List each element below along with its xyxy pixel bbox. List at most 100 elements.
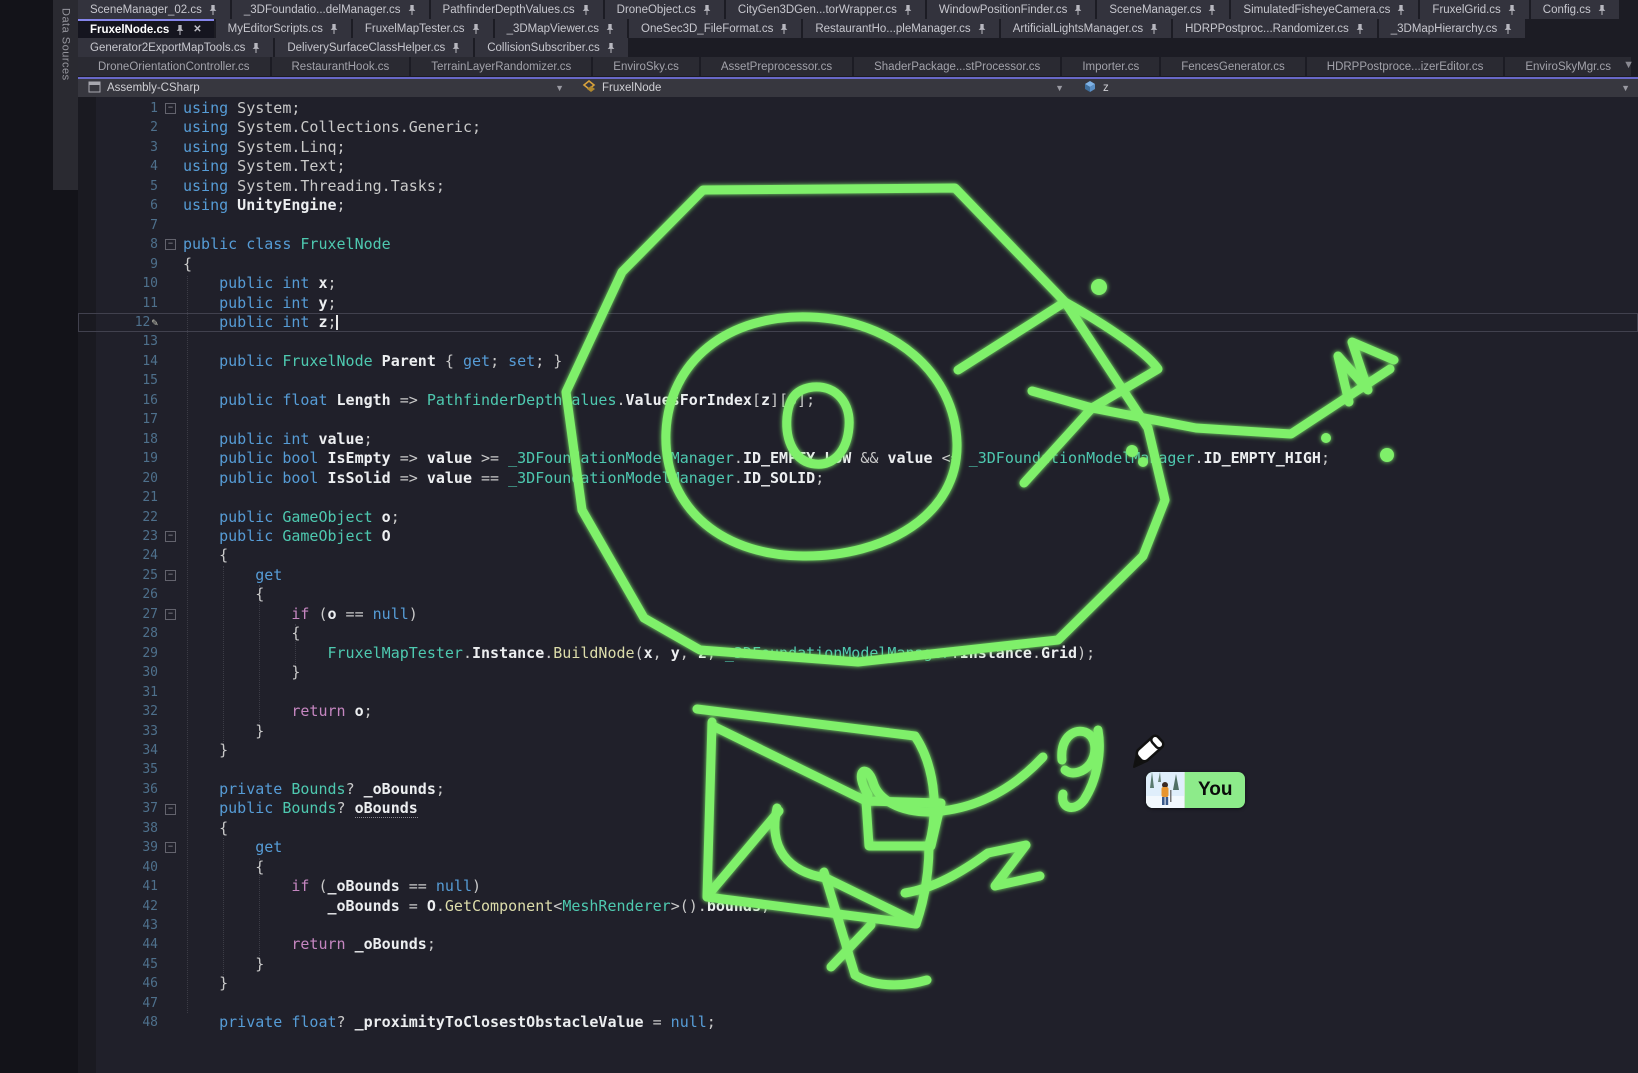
code-line[interactable]: 13 (78, 332, 1638, 351)
file-tab[interactable]: WindowPositionFinder.cs (927, 0, 1095, 19)
fold-collapse-icon[interactable]: − (158, 799, 183, 818)
file-tab[interactable]: FruxelMapTester.cs (353, 19, 493, 38)
code-line[interactable]: 11 public int y; (78, 294, 1638, 313)
file-tab[interactable]: EnviroSkyMgr.cs (1505, 57, 1631, 76)
code-line[interactable]: 1−using System; (78, 99, 1638, 118)
pin-icon[interactable] (1207, 4, 1217, 16)
file-tab[interactable]: Generator2ExportMapTools.cs (78, 38, 273, 57)
file-tab[interactable]: FruxelGrid.cs (1420, 0, 1528, 19)
code-line[interactable]: 6using UnityEngine; (78, 196, 1638, 215)
file-tab[interactable]: EnviroSky.cs (593, 57, 699, 76)
file-tab[interactable]: _3DMapViewer.cs (495, 19, 627, 38)
fold-collapse-icon[interactable]: − (158, 527, 183, 546)
code-line[interactable]: 20 public bool IsSolid => value == _3DFo… (78, 469, 1638, 488)
pin-icon[interactable] (606, 42, 616, 54)
code-line[interactable]: 34 } (78, 741, 1638, 760)
code-line[interactable]: 24 { (78, 546, 1638, 565)
chevron-down-icon[interactable]: ▼ (1055, 83, 1064, 93)
code-line[interactable]: 12✎ public int z; (78, 313, 1638, 332)
code-line[interactable]: 30 } (78, 663, 1638, 682)
file-tab[interactable]: ArtificialLightsManager.cs (1001, 19, 1171, 38)
code-line[interactable]: 40 { (78, 858, 1638, 877)
file-tab[interactable]: FencesGenerator.cs (1161, 57, 1305, 76)
pin-icon[interactable] (1597, 4, 1607, 16)
close-icon[interactable]: ✕ (193, 24, 201, 35)
file-tab[interactable]: _3DMapHierarchy.cs (1379, 19, 1526, 38)
chevron-down-icon[interactable]: ▼ (555, 83, 564, 93)
pin-icon[interactable] (251, 42, 261, 54)
tab-overflow-icon[interactable]: ▼ (1623, 59, 1634, 71)
code-line[interactable]: 25− get (78, 566, 1638, 585)
file-tab[interactable]: OneSec3D_FileFormat.cs (629, 19, 801, 38)
code-line[interactable]: 5using System.Threading.Tasks; (78, 177, 1638, 196)
pin-icon[interactable] (702, 4, 712, 16)
code-line[interactable]: 23− public GameObject O (78, 527, 1638, 546)
fold-collapse-icon[interactable]: − (158, 99, 183, 118)
code-line[interactable]: 48 private float? _proximityToClosestObs… (78, 1013, 1638, 1032)
file-tab[interactable]: DroneOrientationController.cs (78, 57, 270, 76)
code-line[interactable]: 26 { (78, 585, 1638, 604)
code-line[interactable]: 16 public float Length => PathfinderDept… (78, 391, 1638, 410)
file-tab[interactable]: SceneManager.cs (1097, 0, 1229, 19)
code-line[interactable]: 32 return o; (78, 702, 1638, 721)
code-line[interactable]: 4using System.Text; (78, 157, 1638, 176)
file-tab[interactable]: HDRPPostproce...izerEditor.cs (1307, 57, 1504, 76)
code-line[interactable]: 42 _oBounds = O.GetComponent<MeshRendere… (78, 897, 1638, 916)
fold-collapse-icon[interactable]: − (158, 605, 183, 624)
file-tab[interactable]: SceneManager_02.cs (78, 0, 230, 19)
pin-icon[interactable] (175, 24, 185, 36)
file-tab[interactable]: Config.cs (1531, 0, 1619, 19)
code-line[interactable]: 17 (78, 410, 1638, 429)
code-line[interactable]: 2using System.Collections.Generic; (78, 118, 1638, 137)
pin-icon[interactable] (208, 4, 218, 16)
data-sources-vertical-tab[interactable]: Data Sources (53, 0, 78, 190)
file-tab[interactable]: ShaderPackage...stProcessor.cs (854, 57, 1060, 76)
file-tab[interactable]: DroneObject.cs (605, 0, 724, 19)
code-line[interactable]: 29 FruxelMapTester.Instance.BuildNode(x,… (78, 644, 1638, 663)
code-line[interactable]: 43 (78, 916, 1638, 935)
code-line[interactable]: 41 if (_oBounds == null) (78, 877, 1638, 896)
pin-icon[interactable] (605, 23, 615, 35)
code-line[interactable]: 15 (78, 371, 1638, 390)
pin-icon[interactable] (1396, 4, 1406, 16)
file-tab[interactable]: PathfinderDepthValues.cs (431, 0, 603, 19)
file-tab[interactable]: DeliverySurfaceClassHelper.cs (275, 38, 473, 57)
file-tab[interactable]: CityGen3DGen...torWrapper.cs (726, 0, 925, 19)
code-line[interactable]: 8−public class FruxelNode (78, 235, 1638, 254)
file-tab[interactable]: MyEditorScripts.cs (216, 19, 351, 38)
project-dropdown[interactable]: Assembly-CSharp ▼ (78, 79, 572, 97)
code-line[interactable]: 38 { (78, 819, 1638, 838)
code-line[interactable]: 22 public GameObject o; (78, 508, 1638, 527)
chevron-down-icon[interactable]: ▼ (1621, 83, 1630, 93)
code-line[interactable]: 18 public int value; (78, 430, 1638, 449)
code-line[interactable]: 10 public int x; (78, 274, 1638, 293)
code-line[interactable]: 9{ (78, 255, 1638, 274)
code-line[interactable]: 45 } (78, 955, 1638, 974)
pin-icon[interactable] (1149, 23, 1159, 35)
pin-icon[interactable] (903, 4, 913, 16)
code-line[interactable]: 35 (78, 760, 1638, 779)
code-line[interactable]: 36 private Bounds? _oBounds; (78, 780, 1638, 799)
pin-icon[interactable] (329, 23, 339, 35)
code-line[interactable]: 3using System.Linq; (78, 138, 1638, 157)
code-line[interactable]: 33 } (78, 722, 1638, 741)
code-line[interactable]: 47 (78, 994, 1638, 1013)
code-line[interactable]: 46 } (78, 974, 1638, 993)
pin-icon[interactable] (451, 42, 461, 54)
type-dropdown[interactable]: FruxelNode ▼ (572, 79, 1072, 97)
code-line[interactable]: 27− if (o == null) (78, 605, 1638, 624)
pin-icon[interactable] (1355, 23, 1365, 35)
code-line[interactable]: 39− get (78, 838, 1638, 857)
pin-icon[interactable] (407, 4, 417, 16)
code-editor[interactable]: 1−using System;2using System.Collections… (78, 97, 1638, 1073)
pin-icon[interactable] (1503, 23, 1513, 35)
code-line[interactable]: 28 { (78, 624, 1638, 643)
code-line[interactable]: 44 return _oBounds; (78, 935, 1638, 954)
file-tab[interactable]: CollisionSubscriber.cs (475, 38, 628, 57)
file-tab[interactable]: HDRPPostproc...Randomizer.cs (1173, 19, 1377, 38)
file-tab[interactable]: Importer.cs (1062, 57, 1159, 76)
code-line[interactable]: 37− public Bounds? oBounds (78, 799, 1638, 818)
file-tab[interactable]: _3DFoundatio...delManager.cs (232, 0, 429, 19)
pin-icon[interactable] (977, 23, 987, 35)
code-line[interactable]: 7 (78, 216, 1638, 235)
